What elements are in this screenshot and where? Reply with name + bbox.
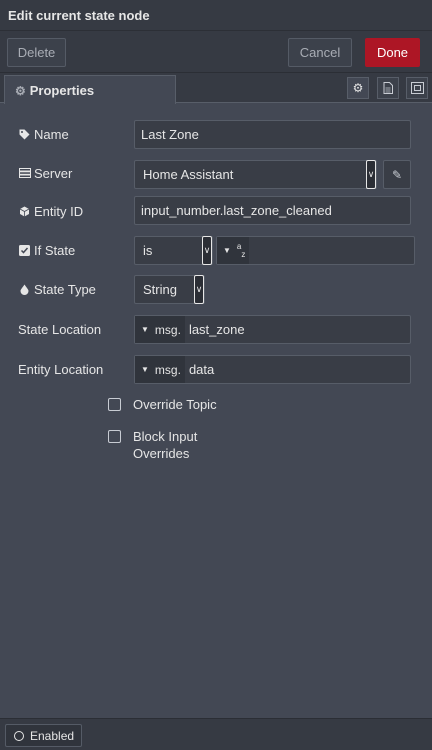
- tint-icon: [18, 284, 31, 295]
- cancel-button[interactable]: Cancel: [288, 38, 352, 67]
- state-location-label: State Location: [18, 321, 102, 337]
- dialog-button-bar: Delete Cancel Done: [0, 31, 432, 73]
- circle-icon: [14, 730, 24, 741]
- if-state-operator-select[interactable]: is ∨: [134, 236, 213, 265]
- tab-properties-label: Properties: [29, 83, 95, 98]
- pencil-icon: ✎: [391, 167, 403, 182]
- chevron-down-icon: ∨: [202, 236, 212, 265]
- entity-location-input[interactable]: ▼ msg. data: [134, 355, 411, 384]
- name-label: Name: [18, 124, 69, 144]
- enabled-toggle[interactable]: Enabled: [5, 724, 82, 747]
- if-state-value-input[interactable]: ▼ az: [216, 236, 415, 265]
- entity-id-input[interactable]: input_number.last_zone_cleaned: [134, 196, 411, 225]
- tag-icon: [18, 129, 31, 140]
- tab-bar: ⚙ Properties ⚙: [0, 73, 432, 104]
- value-type-button[interactable]: ▼ az: [217, 237, 250, 264]
- caret-down-icon: ▼: [141, 365, 149, 374]
- entity-id-label: Entity ID: [18, 201, 83, 221]
- checkbox-checked-icon: [18, 244, 31, 256]
- state-location-type-button[interactable]: ▼ msg.: [135, 316, 185, 343]
- server-label: Server: [18, 163, 72, 183]
- gear-icon: ⚙: [15, 84, 26, 98]
- tab-properties[interactable]: ⚙ Properties: [4, 75, 176, 104]
- appearance-icon: [410, 82, 424, 94]
- name-input[interactable]: Last Zone: [134, 120, 411, 149]
- chevron-down-icon: ∨: [194, 275, 204, 304]
- string-type-icon: az: [236, 242, 246, 259]
- state-type-select[interactable]: String ∨: [134, 275, 205, 304]
- block-input-overrides-row: Block Input Overrides: [108, 428, 197, 462]
- override-topic-checkbox[interactable]: [108, 398, 121, 411]
- chevron-down-icon: ∨: [366, 160, 376, 189]
- tab-description[interactable]: [377, 77, 399, 99]
- server-select[interactable]: Home Assistant ∨: [134, 160, 377, 189]
- dialog-footer: Enabled: [0, 718, 432, 750]
- document-icon: [383, 82, 393, 94]
- if-state-label: If State: [18, 240, 75, 260]
- caret-down-icon: ▼: [141, 325, 149, 334]
- cube-icon: [18, 206, 31, 217]
- gear-icon: ⚙: [352, 81, 364, 95]
- state-type-label: State Type: [18, 279, 96, 299]
- delete-button[interactable]: Delete: [7, 38, 66, 67]
- tab-appearance[interactable]: [406, 77, 428, 99]
- override-topic-row: Override Topic: [108, 396, 217, 413]
- edit-server-button[interactable]: ✎: [383, 160, 411, 189]
- server-icon: [18, 168, 31, 178]
- tab-settings[interactable]: ⚙: [347, 77, 369, 99]
- entity-location-type-button[interactable]: ▼ msg.: [135, 356, 185, 383]
- state-location-input[interactable]: ▼ msg. last_zone: [134, 315, 411, 344]
- block-input-overrides-checkbox[interactable]: [108, 430, 121, 443]
- done-button[interactable]: Done: [365, 38, 420, 67]
- dialog-title: Edit current state node: [0, 0, 432, 31]
- entity-location-label: Entity Location: [18, 361, 104, 377]
- caret-down-icon: ▼: [223, 246, 231, 255]
